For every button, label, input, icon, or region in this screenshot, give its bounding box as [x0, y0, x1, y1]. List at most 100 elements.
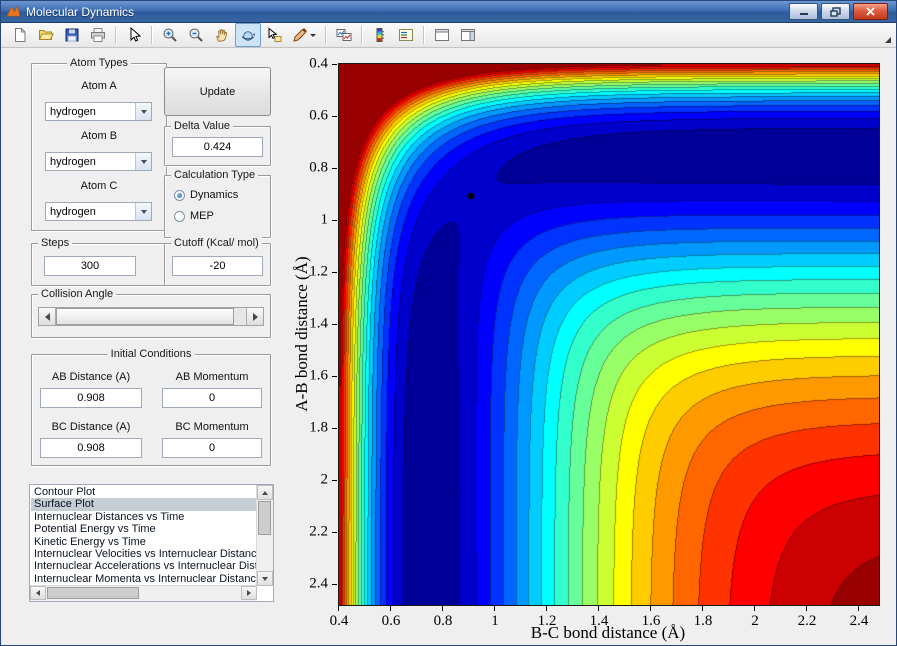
toolbar-separator: [151, 26, 153, 44]
hide-plot-tools-button[interactable]: [429, 23, 455, 47]
insert-legend-button[interactable]: [393, 23, 419, 47]
scroll-down-button[interactable]: [257, 571, 273, 586]
list-item[interactable]: Internuclear Accelerations vs Internucle…: [31, 560, 256, 572]
atom-a-dropdown[interactable]: hydrogen: [45, 102, 152, 121]
collision-angle-title: Collision Angle: [38, 288, 117, 300]
list-item[interactable]: Contour Plot: [31, 486, 256, 498]
atom-b-value: hydrogen: [50, 155, 96, 168]
open-file-button[interactable]: [33, 23, 59, 47]
delta-value-field[interactable]: [172, 137, 263, 157]
listbox-vertical-scrollbar[interactable]: [256, 485, 273, 586]
y-tick-label: 1.8: [309, 419, 328, 436]
arrow-right-icon: [247, 590, 251, 596]
insert-legend-icon: [398, 27, 414, 43]
radio-selected-icon: [174, 189, 185, 201]
slider-right-arrow[interactable]: [246, 308, 263, 325]
bc-momentum-field[interactable]: [162, 438, 262, 458]
bc-distance-field[interactable]: [40, 438, 142, 458]
list-item[interactable]: Surface Plot: [31, 498, 256, 511]
atom-a-value: hydrogen: [50, 105, 96, 118]
pan-button[interactable]: [209, 23, 235, 47]
arrow-up-icon: [262, 490, 268, 495]
y-tick-mark: [332, 532, 337, 533]
x-tick-mark: [754, 606, 755, 611]
vertical-scroll-thumb[interactable]: [258, 501, 271, 535]
steps-field[interactable]: [44, 256, 136, 276]
zoom-in-button[interactable]: [157, 23, 183, 47]
insert-colorbar-button[interactable]: [367, 23, 393, 47]
print-figure-button[interactable]: [85, 23, 111, 47]
listbox-horizontal-scrollbar[interactable]: [30, 585, 257, 601]
cutoff-field[interactable]: [172, 256, 263, 276]
restore-button[interactable]: [821, 3, 850, 20]
window-title: Molecular Dynamics: [26, 4, 135, 19]
y-tick-mark: [332, 116, 337, 117]
radio-dynamics[interactable]: Dynamics: [174, 189, 238, 201]
print-figure-icon: [90, 27, 106, 43]
chevron-down-icon: [140, 159, 147, 164]
data-cursor-icon: [266, 27, 282, 43]
scroll-right-button[interactable]: [241, 586, 257, 600]
calculation-type-title: Calculation Type: [171, 169, 259, 181]
save-figure-icon: [64, 27, 80, 43]
horizontal-scroll-thumb[interactable]: [47, 587, 139, 599]
collision-angle-slider[interactable]: [38, 307, 264, 326]
y-tick-mark: [332, 272, 337, 273]
radio-dynamics-label: Dynamics: [190, 189, 239, 201]
hide-plot-tools-icon: [434, 27, 450, 43]
x-tick-label: 2.2: [797, 613, 817, 629]
list-item[interactable]: Potential Energy vs Time: [31, 523, 256, 535]
zoom-out-button[interactable]: [183, 23, 209, 47]
insert-colorbar-icon: [372, 27, 388, 43]
show-plot-tools-button[interactable]: [455, 23, 481, 47]
rotate-3d-button[interactable]: [235, 23, 261, 47]
new-figure-button[interactable]: [7, 23, 33, 47]
plot-type-listbox[interactable]: Contour Plot Surface Plot Internuclear Dis…: [29, 484, 274, 602]
ab-distance-field[interactable]: [40, 388, 142, 408]
x-tick-mark: [858, 606, 859, 611]
minimize-button[interactable]: [789, 3, 818, 20]
brush-data-button[interactable]: [287, 23, 321, 47]
atom-c-dropdown[interactable]: hydrogen: [45, 202, 152, 221]
arrow-left-icon: [44, 312, 50, 321]
radio-mep[interactable]: MEP: [174, 210, 214, 222]
list-item[interactable]: Internuclear Distances vs Time: [31, 511, 256, 523]
zoom-out-icon: [188, 27, 204, 43]
ab-momentum-field[interactable]: [162, 388, 262, 408]
list-item[interactable]: Internuclear Velocities vs Internuclear …: [31, 548, 256, 560]
arrow-down-icon: [262, 576, 268, 581]
ab-momentum-label: AB Momentum: [175, 371, 249, 383]
atom-b-dropdown-button[interactable]: [135, 153, 151, 170]
list-item[interactable]: Internuclear Momenta vs Internuclear Dis…: [31, 573, 256, 585]
edit-plot-button[interactable]: [121, 23, 147, 47]
slider-left-arrow[interactable]: [39, 308, 56, 325]
slider-thumb[interactable]: [56, 308, 234, 325]
toolbar-separator: [115, 26, 117, 44]
scroll-left-button[interactable]: [30, 586, 46, 600]
atom-a-dropdown-button[interactable]: [135, 103, 151, 120]
atom-b-dropdown[interactable]: hydrogen: [45, 152, 152, 171]
update-button[interactable]: Update: [164, 67, 271, 116]
toolbar-overflow-anchor[interactable]: [885, 37, 891, 43]
x-tick-label: 0.8: [433, 613, 453, 629]
link-plot-icon: [336, 27, 352, 43]
radio-unselected-icon: [174, 210, 185, 222]
y-tick-label: 2: [320, 471, 329, 488]
close-button[interactable]: [853, 3, 888, 20]
delta-value-title: Delta Value: [171, 120, 234, 132]
title-bar: Molecular Dynamics: [1, 1, 896, 23]
save-figure-button[interactable]: [59, 23, 85, 47]
scroll-up-button[interactable]: [257, 485, 273, 500]
list-item[interactable]: Kinetic Energy vs Time: [31, 536, 256, 548]
link-plot-button[interactable]: [331, 23, 357, 47]
pes-contour-plot[interactable]: [339, 64, 879, 605]
toolbar-separator: [423, 26, 425, 44]
new-figure-icon: [12, 27, 28, 43]
x-tick-mark: [338, 606, 339, 611]
x-tick-mark: [494, 606, 495, 611]
data-cursor-button[interactable]: [261, 23, 287, 47]
pes-plot-axes[interactable]: [338, 63, 880, 606]
y-tick-label: 0.6: [309, 107, 328, 124]
collision-angle-panel: Collision Angle: [31, 288, 271, 338]
atom-c-dropdown-button[interactable]: [135, 203, 151, 220]
